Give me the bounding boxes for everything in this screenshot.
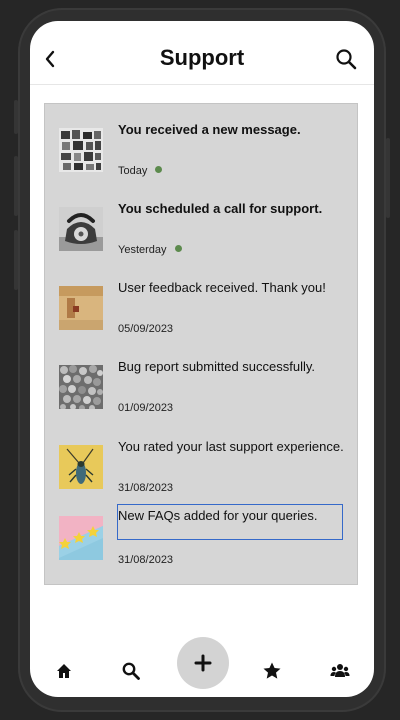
search-button[interactable] bbox=[334, 47, 358, 71]
bottom-navigation bbox=[30, 633, 374, 697]
side-button-right bbox=[386, 138, 390, 218]
search-icon bbox=[122, 662, 140, 680]
notification-item[interactable]: New FAQs added for your queries. 31/08/2… bbox=[45, 504, 357, 588]
notification-thumbnail bbox=[59, 286, 103, 330]
notification-item[interactable]: You rated your last support experience. … bbox=[45, 431, 357, 509]
app-screen: Support You received a new message. Toda… bbox=[30, 21, 374, 697]
notification-thumbnail bbox=[59, 365, 103, 409]
notification-title: You rated your last support experience. bbox=[118, 439, 344, 454]
notification-title: New FAQs added for your queries. bbox=[118, 508, 318, 523]
notification-date: Yesterday bbox=[118, 244, 182, 256]
page-title: Support bbox=[159, 45, 245, 70]
notification-date-text: 31/08/2023 bbox=[118, 554, 174, 566]
notification-title: User feedback received. Thank you! bbox=[118, 280, 326, 295]
notification-item[interactable]: Bug report submitted successfully. 01/09… bbox=[45, 351, 357, 429]
notification-item[interactable]: You scheduled a call for support. Yester… bbox=[45, 193, 357, 271]
notification-list[interactable]: You received a new message. Today You sc… bbox=[44, 103, 358, 585]
unread-dot bbox=[155, 166, 163, 173]
add-button[interactable] bbox=[177, 637, 229, 689]
plus-icon bbox=[194, 654, 212, 672]
notification-title: Bug report submitted successfully. bbox=[118, 359, 316, 374]
side-button-left-1 bbox=[14, 100, 18, 134]
notification-thumbnail bbox=[59, 207, 103, 251]
notification-date: Today bbox=[118, 165, 163, 177]
notification-date: 31/08/2023 bbox=[118, 482, 173, 494]
nav-search-button[interactable] bbox=[121, 661, 141, 681]
notification-date-text: 05/09/2023 bbox=[118, 323, 174, 335]
notification-item[interactable]: User feedback received. Thank you! 05/09… bbox=[45, 272, 357, 350]
notification-title: You scheduled a call for support. bbox=[118, 201, 323, 216]
chevron-left-icon bbox=[45, 50, 55, 68]
nav-favorites-button[interactable] bbox=[262, 661, 282, 681]
notification-item[interactable]: You received a new message. Today bbox=[45, 114, 357, 192]
side-button-left-2 bbox=[14, 156, 18, 216]
notification-date-text: 31/08/2023 bbox=[118, 482, 174, 494]
group-icon bbox=[330, 664, 350, 677]
side-button-left-3 bbox=[14, 230, 18, 290]
notification-date-text: Yesterday bbox=[118, 244, 167, 256]
notification-date-text: Today bbox=[118, 165, 148, 177]
app-header: Support bbox=[30, 21, 374, 85]
notification-date: 05/09/2023 bbox=[118, 323, 173, 335]
unread-dot bbox=[174, 245, 182, 252]
back-button[interactable] bbox=[42, 47, 58, 71]
notification-thumbnail bbox=[59, 128, 103, 172]
star-icon bbox=[263, 662, 281, 679]
notification-date: 01/09/2023 bbox=[118, 402, 173, 414]
nav-home-button[interactable] bbox=[54, 661, 74, 681]
notification-thumbnail bbox=[59, 445, 103, 489]
notification-date-text: 01/09/2023 bbox=[118, 402, 174, 414]
notification-thumbnail bbox=[59, 516, 103, 560]
home-icon bbox=[57, 664, 71, 678]
nav-community-button[interactable] bbox=[330, 661, 350, 681]
notification-date: 31/08/2023 bbox=[118, 554, 173, 566]
notification-title: You received a new message. bbox=[118, 122, 301, 137]
search-icon bbox=[336, 49, 357, 70]
